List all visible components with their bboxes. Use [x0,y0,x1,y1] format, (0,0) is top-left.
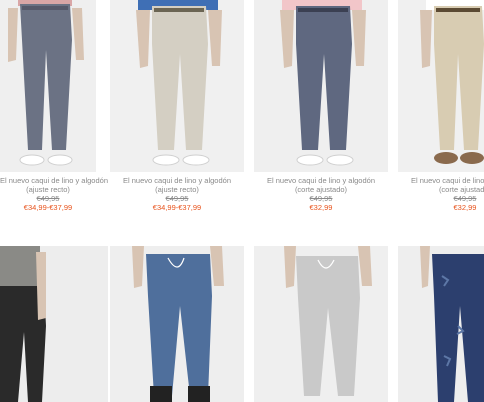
pants-illustration [110,246,244,402]
product-card[interactable]: El nuevo caqui de lino y algodón (corte … [254,0,388,220]
pants-illustration [0,0,96,172]
product-card[interactable] [398,246,484,402]
product-image[interactable] [0,246,108,402]
product-fit[interactable]: (ajuste recto) [0,185,96,194]
product-name[interactable]: El nuevo caqui de lino y algodón [110,176,244,185]
product-image[interactable] [254,0,388,172]
product-caption[interactable]: El nuevo caqui de lino y algodón (ajuste… [110,176,244,212]
pants-illustration [254,0,388,172]
original-price: €49,95 [309,194,333,203]
pants-illustration [398,0,484,172]
sale-price: €34,99-€37,99 [152,203,202,212]
product-name[interactable]: El nuevo caqui de lino y algodón [398,176,484,185]
product-image[interactable] [398,0,484,172]
product-fit[interactable]: (corte ajustado) [398,185,484,194]
product-card[interactable]: El nuevo caqui de lino y algodón (corte … [398,0,484,220]
original-price: €49,95 [165,194,189,203]
sale-price: €34,99-€37,99 [23,203,73,212]
original-price: €49,95 [36,194,60,203]
product-image[interactable] [110,0,244,172]
pants-illustration [110,0,244,172]
product-caption[interactable]: El nuevo caqui de lino y algodón (ajuste… [0,176,108,212]
product-image[interactable] [254,246,388,402]
product-image[interactable] [0,0,96,172]
product-name[interactable]: El nuevo caqui de lino y algodón [0,176,108,185]
product-card[interactable]: El nuevo caqui de lino y algodón (ajuste… [110,0,244,220]
product-card[interactable] [254,246,388,402]
product-fit[interactable]: (ajuste recto) [110,185,244,194]
product-caption[interactable]: El nuevo caqui de lino y algodón (corte … [398,176,484,212]
pants-illustration [254,246,388,402]
sale-price: €32,99 [453,203,477,212]
original-price: €49,95 [453,194,477,203]
product-image[interactable] [110,246,244,402]
pants-illustration [0,246,108,402]
product-card[interactable] [0,246,108,402]
product-image[interactable] [398,246,484,402]
sale-price: €32,99 [309,203,333,212]
product-name[interactable]: El nuevo caqui de lino y algodón [254,176,388,185]
product-caption[interactable]: El nuevo caqui de lino y algodón (corte … [254,176,388,212]
pants-illustration [398,246,484,402]
product-card[interactable]: El nuevo caqui de lino y algodón (ajuste… [0,0,108,220]
product-fit[interactable]: (corte ajustado) [254,185,388,194]
product-card[interactable] [110,246,244,402]
